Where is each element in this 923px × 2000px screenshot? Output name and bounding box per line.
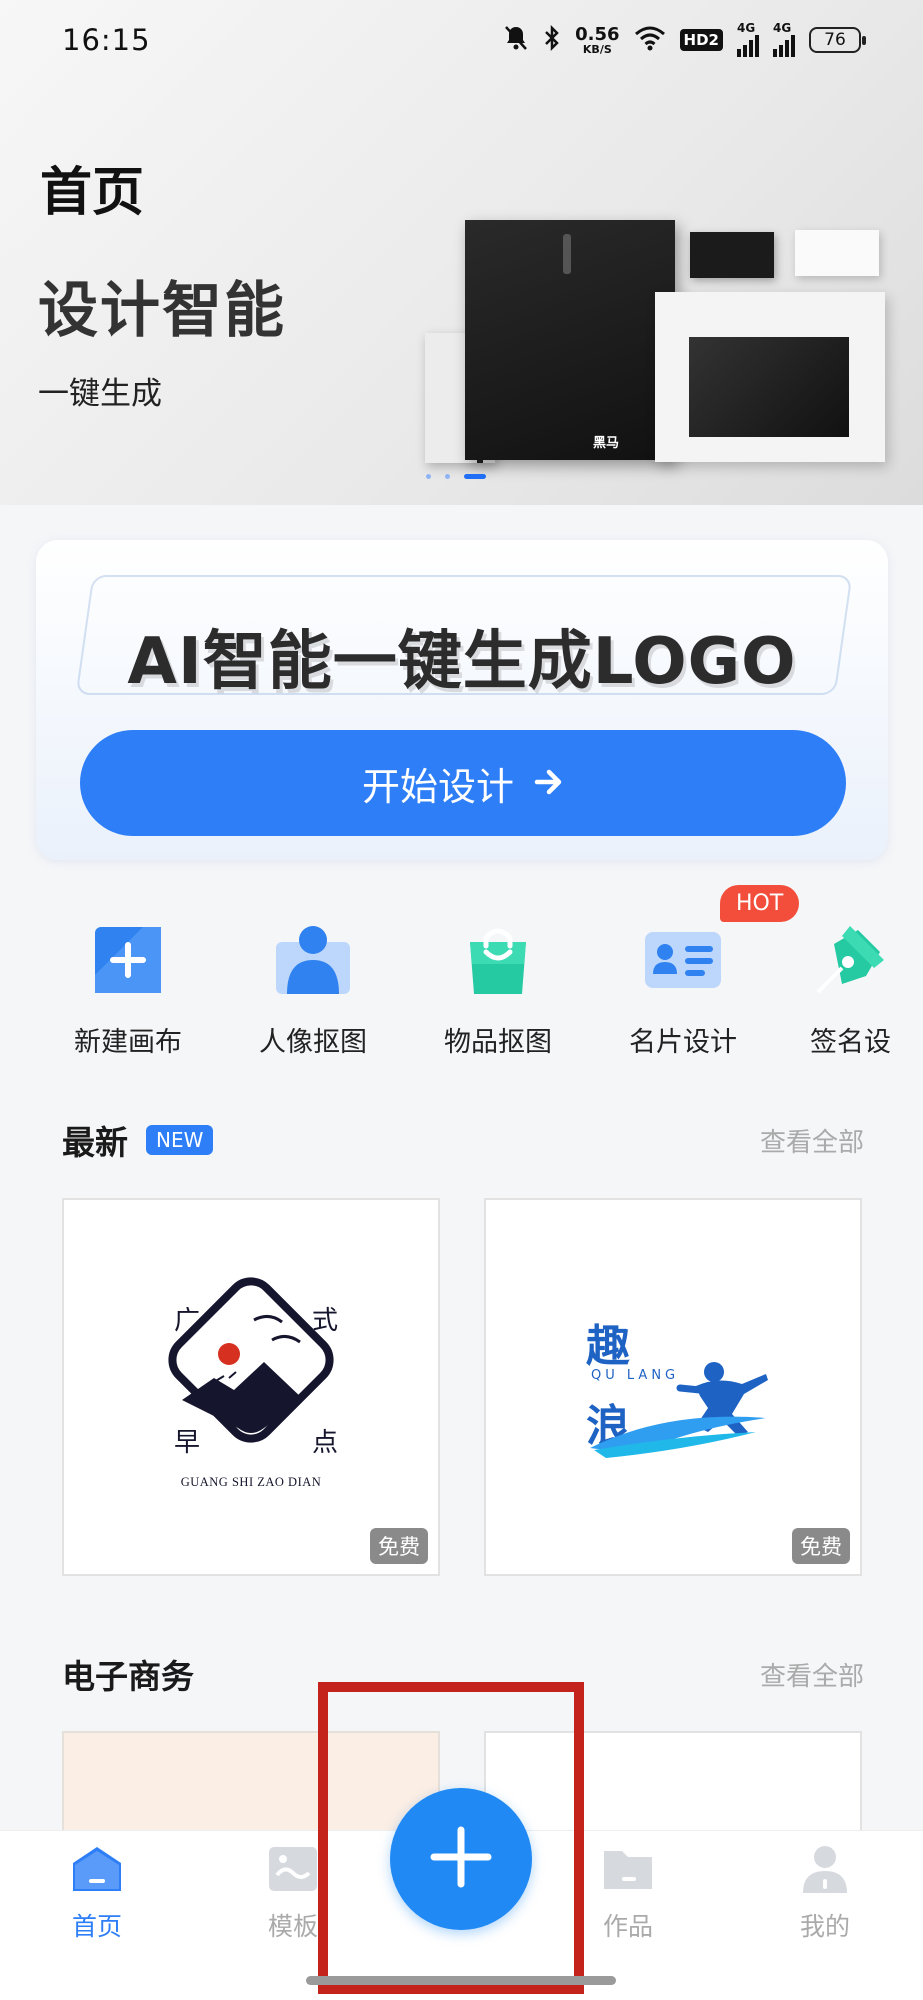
- logo-char: 早: [174, 1428, 201, 1458]
- carousel-dot-active: [464, 474, 486, 479]
- plus-icon: [428, 1824, 494, 1894]
- start-design-label: 开始设计: [361, 764, 514, 809]
- tool-shortcuts: HOT 新建画布 人像抠图 物品抠图 名片设计 签名设: [0, 885, 923, 1070]
- create-fab-button[interactable]: [390, 1788, 532, 1930]
- mockup-business-card-dark: [690, 232, 774, 278]
- mockup-business-card-light: [795, 230, 879, 276]
- pen-nib-icon: [810, 920, 890, 1000]
- arrow-right-icon: [534, 761, 564, 805]
- mute-icon: [503, 24, 529, 56]
- nav-home[interactable]: 首页: [37, 1843, 157, 1943]
- logo-char: 式: [312, 1306, 339, 1336]
- hot-badge: HOT: [720, 885, 800, 922]
- ecommerce-section-title: 电子商务: [62, 1657, 194, 1696]
- start-design-button[interactable]: 开始设计: [80, 730, 846, 836]
- nav-templates[interactable]: 模板: [233, 1843, 353, 1943]
- home-icon: [69, 1843, 125, 1899]
- latest-section-header: 最新 NEW 查看全部: [62, 1116, 864, 1164]
- tool-business-card-design[interactable]: 名片设计: [603, 920, 763, 1059]
- logo-caption: GUANG SHI ZAO DIAN: [180, 1475, 322, 1489]
- carousel-dot: [445, 474, 450, 479]
- nav-works[interactable]: 作品: [568, 1843, 688, 1943]
- carousel-dot: [426, 474, 431, 479]
- template-card[interactable]: 广 式 早 点 GUANG SHI ZAO DIAN 免费: [62, 1198, 440, 1576]
- ai-banner-title: AI智能一键生成LOGO: [127, 625, 797, 699]
- mockup-folder: 黑马: [465, 220, 675, 460]
- logo-guangshi-zaodian: 广 式 早 点 GUANG SHI ZAO DIAN: [64, 1200, 438, 1574]
- business-card-icon: [643, 920, 723, 1000]
- bluetooth-icon: [543, 24, 561, 56]
- hd-voice-badge: HD2: [679, 29, 723, 51]
- free-badge: 免费: [792, 1528, 850, 1564]
- cellular-signal-icon: 4G: [773, 21, 795, 57]
- image-template-icon: [265, 1843, 321, 1899]
- nav-profile[interactable]: 我的: [765, 1843, 885, 1943]
- status-time: 16:15: [62, 23, 151, 57]
- free-badge: 免费: [370, 1528, 428, 1564]
- logo-qulang: 趣 QU LANG 浪: [486, 1200, 860, 1574]
- network-speed: 0.56 KB/S: [575, 23, 620, 56]
- user-icon: [797, 1843, 853, 1899]
- hero-headline: 设计智能: [38, 276, 286, 346]
- template-card[interactable]: 趣 QU LANG 浪 免费: [484, 1198, 862, 1576]
- battery-icon: 76: [809, 27, 866, 53]
- surfer-graphic: [590, 1362, 768, 1458]
- tool-signature-design[interactable]: 签名设: [788, 920, 923, 1059]
- wifi-icon: [634, 25, 666, 55]
- latest-section-title: 最新: [62, 1123, 128, 1162]
- new-badge: NEW: [146, 1125, 214, 1155]
- ecommerce-section-header: 电子商务 查看全部: [62, 1650, 864, 1698]
- tool-new-canvas[interactable]: 新建画布: [48, 920, 208, 1059]
- tool-portrait-cutout[interactable]: 人像抠图: [233, 920, 393, 1059]
- page-title: 首页: [40, 163, 145, 223]
- portrait-icon: [273, 920, 353, 1000]
- folder-icon: [600, 1843, 656, 1899]
- status-bar: 16:15 0.56 KB/S HD2 4G 4G 76: [0, 0, 923, 80]
- logo-char: 点: [312, 1428, 339, 1458]
- shopping-bag-icon: [458, 920, 538, 1000]
- mockup-letterhead: [655, 292, 885, 462]
- hero-subtitle: 一键生成: [38, 376, 162, 412]
- tool-object-cutout[interactable]: 物品抠图: [418, 920, 578, 1059]
- cellular-signal-icon: 4G: [737, 21, 759, 57]
- logo-char: 广: [174, 1306, 201, 1336]
- plus-square-icon: [88, 920, 168, 1000]
- ecommerce-view-all-link[interactable]: 查看全部: [760, 1656, 864, 1693]
- carousel-indicator: [426, 474, 486, 479]
- home-indicator[interactable]: [306, 1976, 616, 1985]
- ai-logo-banner: AI智能一键生成LOGO 开始设计: [36, 540, 888, 860]
- latest-view-all-link[interactable]: 查看全部: [760, 1122, 864, 1159]
- mockup-brand-label: 黑马: [593, 436, 620, 451]
